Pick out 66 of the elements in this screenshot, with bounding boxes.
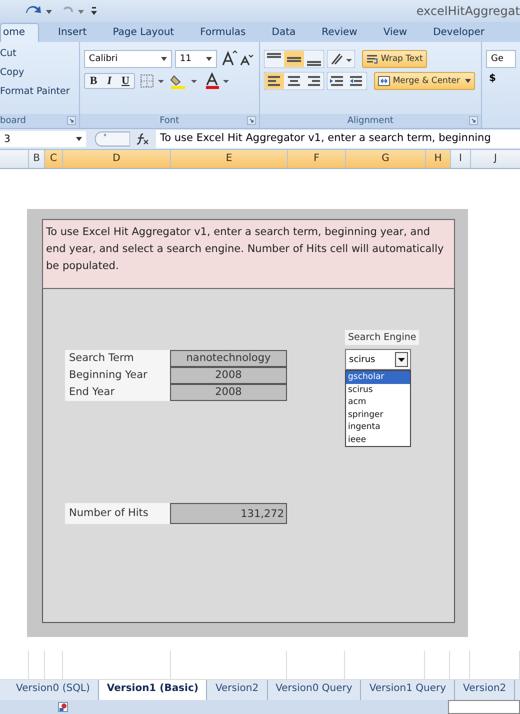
clipboard-button[interactable]: Format Painter <box>0 84 75 98</box>
font-name-field[interactable]: Calibri <box>84 50 172 68</box>
dialog-launcher-icon[interactable] <box>66 116 76 126</box>
field-label: Search Engine <box>345 330 420 346</box>
wrap-text-button[interactable]: Wrap Text <box>362 50 427 68</box>
macro-record-icon[interactable] <box>58 702 68 712</box>
ribbon-tab[interactable]: Formulas <box>187 24 259 42</box>
merge-cells-icon[interactable] <box>378 74 390 86</box>
group-label: Font <box>160 116 180 126</box>
sheet-tab[interactable]: Version1 (Basic) <box>98 680 208 700</box>
vertical-align-icon[interactable] <box>264 50 324 68</box>
field-label: Number of Hits <box>65 503 170 524</box>
ribbon-tab[interactable]: Review <box>308 24 370 42</box>
instructions-text: To use Excel Hit Aggregator v1, enter a search term, beginning year, and end year, and select a search engine. Number of Hits cell will automatically be populated. <box>42 219 455 290</box>
formula-field[interactable]: To use Excel Hit Aggregator v1, enter a search term, beginning <box>156 130 520 148</box>
wrap-text-icon[interactable] <box>366 52 378 64</box>
column-header[interactable]: H <box>425 150 450 168</box>
ribbon-tab[interactable]: Page Layout <box>100 24 188 42</box>
field-label: Search Term <box>65 350 170 368</box>
dropdown-option[interactable]: springer <box>346 408 410 422</box>
merge-center-button[interactable]: Merge & Center <box>374 72 476 90</box>
status-field <box>448 700 520 714</box>
dropdown-option[interactable]: gscholar <box>346 371 410 384</box>
function-icon[interactable] <box>136 132 150 146</box>
column-header[interactable]: I <box>450 150 470 168</box>
text-align-icon[interactable] <box>264 72 324 90</box>
group-label: Alignment <box>347 116 394 126</box>
column-header[interactable]: D <box>62 150 170 168</box>
dropdown-option[interactable]: scirus <box>346 384 410 396</box>
dropdown-option[interactable]: acm <box>346 396 410 409</box>
dialog-launcher-icon[interactable] <box>469 116 478 126</box>
dropdown-option[interactable]: ingenta <box>346 421 410 434</box>
orientation-icon[interactable] <box>326 50 355 68</box>
format-button[interactable]: U <box>116 74 134 88</box>
ribbon-tab[interactable]: ome <box>0 22 40 42</box>
input-cell[interactable]: 2008 <box>170 367 287 384</box>
column-header[interactable]: J <box>470 150 520 168</box>
name-box[interactable]: 3 <box>0 131 86 148</box>
ribbon-tab[interactable]: Developer <box>420 24 498 42</box>
field-label: End Year <box>65 384 170 402</box>
indent-icon[interactable] <box>326 72 367 90</box>
borders-icon[interactable] <box>138 72 166 90</box>
input-cell[interactable]: nanotechnology <box>170 350 287 368</box>
number-format-field[interactable]: Ge <box>486 50 516 68</box>
dropdown-option[interactable]: ieee <box>346 434 410 446</box>
window-title: excelHitAggregat <box>416 4 520 18</box>
format-button[interactable]: I <box>102 74 117 88</box>
currency-button[interactable]: $ <box>486 72 502 84</box>
result-cell: 131,272 <box>170 503 287 524</box>
ribbon-tab[interactable]: Insert <box>45 24 100 42</box>
font-size-icon[interactable] <box>220 50 254 68</box>
ribbon-tab[interactable]: Data <box>258 24 309 42</box>
font-size-field[interactable]: 11 <box>174 50 217 68</box>
column-header[interactable]: C <box>44 150 62 168</box>
column-header[interactable]: E <box>170 150 287 168</box>
column-header[interactable]: G <box>345 150 425 168</box>
clipboard-button[interactable]: Copy <box>0 64 75 80</box>
input-cell[interactable]: 2008 <box>170 384 287 402</box>
dialog-launcher-icon[interactable] <box>246 116 256 126</box>
field-label: Beginning Year <box>65 367 170 384</box>
search-engine-dropdown[interactable]: scirus <box>345 349 411 370</box>
format-button[interactable]: B <box>84 74 102 88</box>
column-header[interactable]: F <box>287 150 345 168</box>
clipboard-button[interactable]: Cut <box>0 46 75 60</box>
ribbon-tab[interactable]: View <box>370 24 420 42</box>
group-label: board <box>0 116 26 126</box>
